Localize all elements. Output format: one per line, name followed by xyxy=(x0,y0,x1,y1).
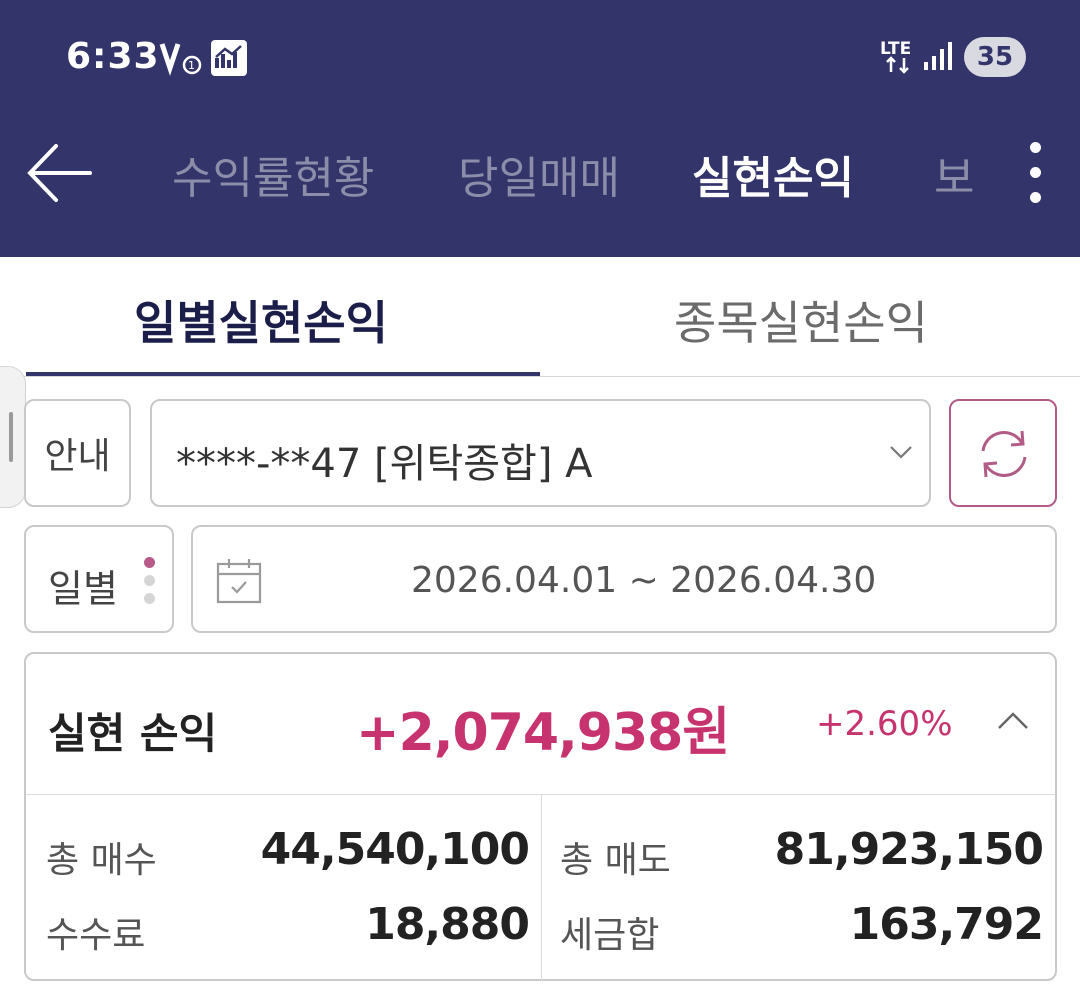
summary-column-divider xyxy=(541,794,542,981)
subtab-daily-realized-pnl[interactable]: 일별실현손익 xyxy=(134,287,388,353)
fee-label: 수수료 xyxy=(46,915,146,956)
page-dot xyxy=(144,593,155,604)
realized-pnl-summary-card: 실현 손익 +2,074,938원 +2.60% 총 매수 44,540,100… xyxy=(24,652,1057,981)
period-label: 일별 xyxy=(48,567,118,611)
date-range-picker[interactable]: 2026.04.01 ~ 2026.04.30 xyxy=(191,525,1057,633)
realized-pnl-rate: +2.60% xyxy=(816,704,953,744)
subtab-stock-realized-pnl[interactable]: 종목실현손익 xyxy=(674,287,928,353)
tab-daily-trade[interactable]: 당일매매 xyxy=(458,142,620,206)
refresh-button[interactable] xyxy=(949,399,1057,507)
more-vertical-icon[interactable] xyxy=(1018,136,1054,210)
signal-icon xyxy=(924,42,952,70)
calendar-icon xyxy=(216,559,262,604)
back-arrow-icon[interactable] xyxy=(24,140,94,206)
fee-value: 18,880 xyxy=(365,899,530,950)
account-number: ****-**47 [위탁종합] A xyxy=(176,441,593,487)
tab-return-status[interactable]: 수익률현황 xyxy=(172,142,374,206)
refresh-icon xyxy=(981,430,1027,478)
total-buy-value: 44,540,100 xyxy=(260,824,530,875)
edge-panel-handle[interactable] xyxy=(0,366,26,508)
battery-indicator: 35 xyxy=(964,37,1026,77)
svg-text:1: 1 xyxy=(188,59,195,72)
realized-pnl-value: +2,074,938원 xyxy=(356,703,730,763)
volte-icon: 1 xyxy=(159,43,202,76)
realized-pnl-label: 실현 손익 xyxy=(48,709,218,758)
subtab-bar: 일별실현손익 종목실현손익 xyxy=(0,257,1080,377)
header-bar: 6:33 1 LTE 35 수익률현황 당일매매 실현손익 보 xyxy=(0,0,1080,257)
total-sell-value: 81,923,150 xyxy=(774,824,1044,875)
chevron-down-icon xyxy=(890,446,912,459)
tax-total-label: 세금합 xyxy=(560,915,660,956)
tab-partial-next[interactable]: 보 xyxy=(934,142,976,206)
account-dropdown[interactable]: ****-**47 [위탁종합] A xyxy=(150,399,931,507)
info-button[interactable]: 안내 xyxy=(24,399,131,507)
summary-header: 실현 손익 +2,074,938원 +2.60% xyxy=(26,654,1055,795)
tab-realized-pnl[interactable]: 실현손익 xyxy=(692,142,854,206)
stock-chart-app-icon xyxy=(211,40,247,76)
subtab-active-indicator xyxy=(26,372,540,376)
total-buy-label: 총 매수 xyxy=(46,840,157,881)
lte-arrows-icon xyxy=(886,56,909,74)
total-sell-label: 총 매도 xyxy=(560,840,671,881)
period-selector[interactable]: 일별 xyxy=(24,525,174,633)
date-range-text: 2026.04.01 ~ 2026.04.30 xyxy=(411,560,877,601)
page-dot xyxy=(144,575,155,586)
chevron-up-icon[interactable] xyxy=(996,710,1030,732)
tax-total-value: 163,792 xyxy=(849,899,1044,950)
app-root: 6:33 1 LTE 35 수익률현황 당일매매 실현손익 보 일별실현손익 종… xyxy=(0,0,1080,996)
page-dot-active xyxy=(144,557,155,568)
status-time: 6:33 xyxy=(66,36,160,77)
